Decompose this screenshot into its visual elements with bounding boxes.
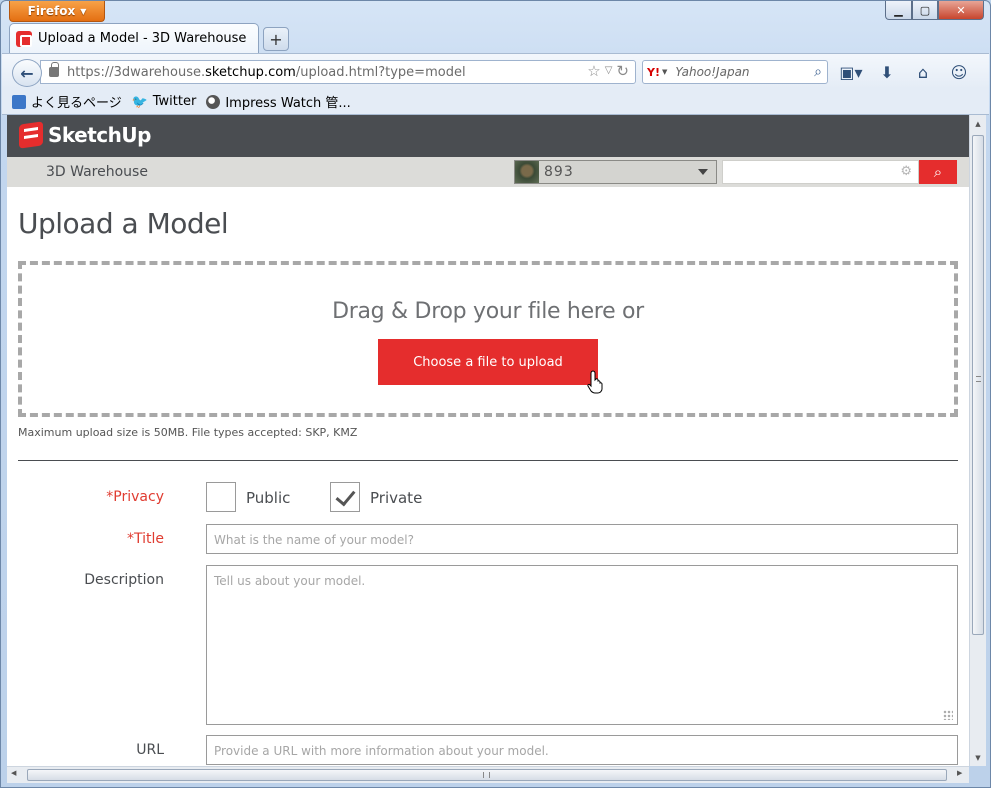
public-label[interactable]: Public <box>246 489 290 507</box>
bookmark-impress-watch[interactable]: Impress Watch 管... <box>206 92 351 111</box>
browser-window: Firefox ▼ ▁ ▢ ✕ Upload a Model - 3D Ware… <box>0 0 991 788</box>
warehouse-search-button[interactable]: ⌕ <box>919 160 957 184</box>
description-label: Description <box>84 572 164 588</box>
horizontal-scrollbar[interactable]: ◀ ▶ <box>7 766 969 783</box>
bookmark-star-icon[interactable]: ☆ <box>587 62 600 80</box>
url-field[interactable]: Provide a URL with more information abou… <box>206 735 958 765</box>
privacy-label: *Privacy <box>106 489 164 505</box>
resize-handle-icon[interactable] <box>943 710 953 720</box>
tab-title: Upload a Model - 3D Warehouse <box>38 31 247 46</box>
bookmark-icon <box>12 94 26 109</box>
url-bar[interactable]: https://3dwarehouse. sketchup.com/upload.… <box>40 60 636 84</box>
hand-cursor-icon <box>587 370 603 394</box>
warehouse-search-input[interactable]: ⚙ <box>722 160 919 184</box>
scroll-up-icon[interactable]: ▲ <box>970 115 986 132</box>
tab-strip: Upload a Model - 3D Warehouse + <box>9 23 289 53</box>
lock-icon <box>49 62 59 77</box>
downloads-icon[interactable]: ⬇ <box>876 62 898 82</box>
user-name: 893 <box>544 164 574 180</box>
navigation-toolbar: https://3dwarehouse. sketchup.com/upload.… <box>2 53 989 89</box>
sketchup-favicon-icon <box>16 30 32 47</box>
bookmark-twitter[interactable]: 🐦 Twitter <box>131 94 197 110</box>
scroll-down-icon[interactable]: ▼ <box>970 749 986 766</box>
history-dropdown-icon[interactable]: ▽ <box>605 65 613 80</box>
firefox-menu-label: Firefox <box>27 4 76 18</box>
bookmarks-menu-icon[interactable]: ▣▾ <box>839 62 862 82</box>
chevron-down-icon <box>698 169 708 175</box>
search-placeholder: Yahoo!Japan <box>675 65 750 79</box>
title-field[interactable]: What is the name of your model? <box>206 524 958 554</box>
upload-limits-note: Maximum upload size is 50MB. File types … <box>18 426 358 439</box>
search-engine-box[interactable]: Y! ▼ Yahoo!Japan ⌕ <box>642 60 828 84</box>
maximize-button[interactable]: ▢ <box>912 1 938 20</box>
private-checkbox[interactable] <box>330 482 360 512</box>
page-viewport: SketchUp 3D Warehouse 893 ⚙ ⌕ Upload a M… <box>7 115 969 766</box>
avatar <box>515 161 539 183</box>
gear-icon[interactable]: ⚙ <box>900 164 912 179</box>
chevron-down-icon: ▼ <box>80 6 87 16</box>
section-divider <box>18 460 958 461</box>
public-checkbox[interactable] <box>206 482 236 512</box>
window-controls: ▁ ▢ ✕ <box>885 1 984 20</box>
section-title-link[interactable]: 3D Warehouse <box>46 164 148 180</box>
twitter-icon: 🐦 <box>131 94 148 110</box>
description-placeholder: Tell us about your model. <box>214 574 366 588</box>
toolbar-icons: ▣▾ ⬇ ⌂ ☺ <box>839 62 970 82</box>
new-tab-button[interactable]: + <box>263 27 289 51</box>
sketchup-logo[interactable]: SketchUp <box>19 121 151 149</box>
close-window-button[interactable]: ✕ <box>938 1 984 20</box>
firefox-menu-button[interactable]: Firefox ▼ <box>9 1 105 22</box>
scroll-left-icon[interactable]: ◀ <box>11 769 16 777</box>
back-arrow-icon: ← <box>20 63 34 83</box>
back-button[interactable]: ← <box>12 59 42 87</box>
private-label[interactable]: Private <box>370 489 422 507</box>
reload-icon[interactable]: ↻ <box>616 62 629 80</box>
logo-text: SketchUp <box>48 123 151 147</box>
bookmarks-toolbar: よく見るページ 🐦 Twitter Impress Watch 管... <box>2 89 989 115</box>
drop-instructions: Drag & Drop your file here or <box>332 299 644 324</box>
page-title: Upload a Model <box>18 207 229 240</box>
vertical-scroll-thumb[interactable] <box>972 135 984 635</box>
bookmark-label: Impress Watch 管... <box>225 96 351 111</box>
home-icon[interactable]: ⌂ <box>912 62 934 82</box>
tab-upload-model[interactable]: Upload a Model - 3D Warehouse <box>9 23 259 53</box>
grip-icon <box>483 772 490 778</box>
bookmark-frequent-pages[interactable]: よく見るページ <box>12 92 122 111</box>
url-label: URL <box>136 742 164 758</box>
magnifier-icon[interactable]: ⌕ <box>814 64 822 80</box>
description-field[interactable]: Tell us about your model. <box>206 565 958 725</box>
search-icon: ⌕ <box>933 163 943 181</box>
yahoo-logo-icon[interactable]: Y! <box>647 66 660 79</box>
url-host: sketchup.com <box>205 64 296 80</box>
search-engine-dropdown-icon[interactable]: ▼ <box>662 68 667 76</box>
sketchup-logo-icon <box>19 121 43 149</box>
minimize-button[interactable]: ▁ <box>885 1 912 20</box>
impress-icon <box>206 94 221 109</box>
chat-icon[interactable]: ☺ <box>948 62 970 82</box>
grip-icon <box>976 376 981 382</box>
user-menu-dropdown[interactable]: 893 <box>514 160 717 184</box>
file-drop-zone[interactable]: Drag & Drop your file here or Choose a f… <box>18 261 958 417</box>
url-bar-icons: ☆ ▽ ↻ <box>587 62 629 80</box>
bookmark-label: Twitter <box>152 94 197 109</box>
scroll-right-icon[interactable]: ▶ <box>957 769 962 777</box>
url-path: /upload.html?type=model <box>295 64 466 80</box>
warehouse-subnav: 3D Warehouse 893 ⚙ ⌕ <box>7 157 969 187</box>
site-header: SketchUp <box>7 115 969 157</box>
horizontal-scroll-thumb[interactable] <box>27 769 947 781</box>
bookmark-label: よく見るページ <box>31 96 122 111</box>
choose-file-button[interactable]: Choose a file to upload <box>378 339 598 385</box>
title-label: *Title <box>126 531 164 547</box>
vertical-scrollbar[interactable]: ▲ ▼ <box>969 115 986 766</box>
url-prefix: https://3dwarehouse. <box>67 64 206 80</box>
